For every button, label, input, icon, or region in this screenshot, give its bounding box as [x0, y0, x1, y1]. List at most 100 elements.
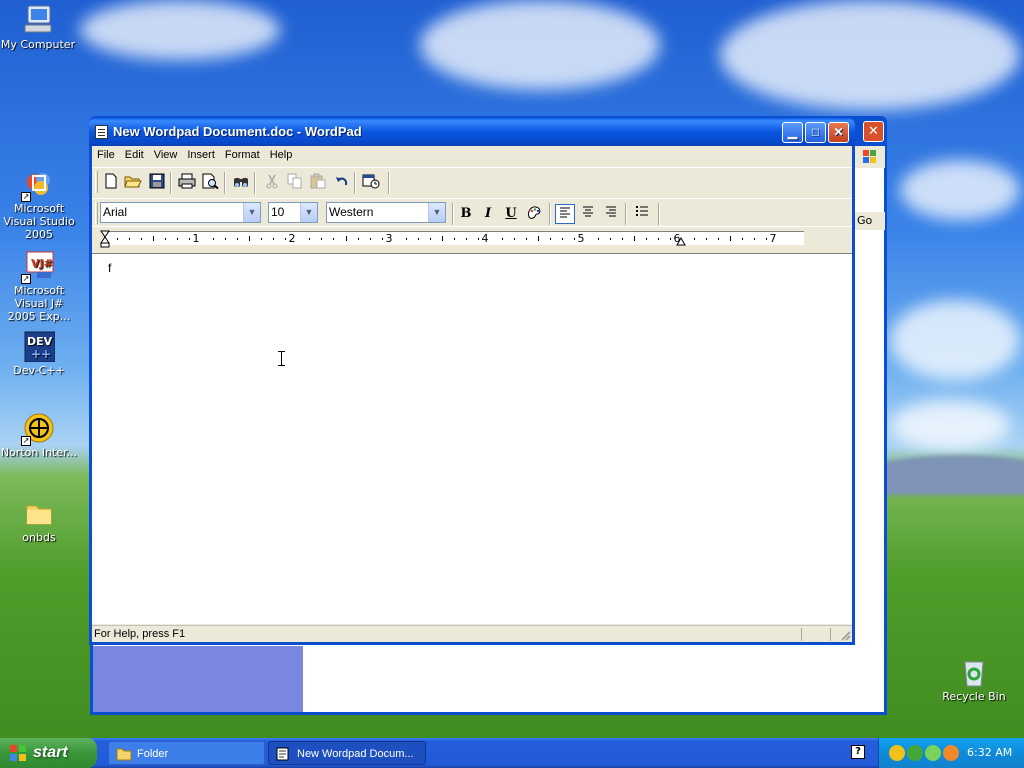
copy-icon[interactable]	[285, 173, 305, 193]
resize-grip-icon	[841, 631, 851, 641]
close-button[interactable]: ✕	[828, 122, 849, 143]
shortcut-arrow-icon: ↗	[21, 274, 31, 284]
toolbar-grip[interactable]	[95, 202, 98, 224]
ruler-tick	[477, 238, 479, 240]
desktop-icon-visual-jsharp[interactable]: VJ# ↗ Microsoft Visual J# 2005 Exp...	[0, 250, 79, 323]
window-title: New Wordpad Document.doc - WordPad	[113, 124, 362, 139]
menu-view[interactable]: View	[149, 146, 183, 164]
chevron-down-icon[interactable]: ▼	[300, 203, 317, 222]
menu-help[interactable]: Help	[265, 146, 298, 164]
right-indent-marker-icon	[676, 236, 686, 246]
desktop-icon-visual-studio[interactable]: ↗ Microsoft Visual Studio 2005	[0, 168, 79, 241]
start-label: start	[33, 744, 68, 761]
menu-file[interactable]: File	[92, 146, 120, 164]
paste-icon[interactable]	[308, 173, 328, 193]
go-button[interactable]: Go	[855, 212, 885, 230]
toolbar-grip[interactable]	[95, 171, 98, 193]
ruler-tick	[441, 236, 443, 241]
ruler-strip: 1 2 3 4 5 6 7	[100, 230, 804, 248]
ruler-tick	[610, 238, 612, 240]
bullets-button[interactable]	[632, 204, 652, 224]
close-icon[interactable]: ✕	[863, 121, 884, 142]
clock[interactable]: 6:32 AM	[967, 738, 1012, 768]
font-value: Arial	[103, 205, 128, 219]
search-icon[interactable]	[943, 745, 959, 761]
folder-task-pane	[93, 646, 303, 712]
undo-icon[interactable]	[332, 173, 352, 193]
save-icon[interactable]	[147, 173, 167, 193]
menu-insert[interactable]: Insert	[182, 146, 220, 164]
cut-icon[interactable]	[262, 173, 282, 193]
insert-datetime-icon[interactable]	[361, 173, 381, 193]
font-size-select[interactable]: 10 ▼	[268, 202, 318, 223]
maximize-button[interactable]: □	[805, 122, 826, 143]
taskbar-button-label: New Wordpad Docum...	[297, 748, 414, 760]
desktop-icon-onbds[interactable]: onbds	[0, 497, 79, 544]
desktop-icon-label: onbds	[22, 531, 56, 544]
desktop-icon-label: My Computer	[0, 38, 76, 51]
font-select[interactable]: Arial ▼	[100, 202, 261, 223]
shortcut-arrow-icon: ↗	[21, 192, 31, 202]
wordpad-icon	[276, 746, 292, 761]
find-icon[interactable]	[231, 173, 251, 193]
maximize-icon: □	[811, 125, 820, 139]
ruler-tick	[261, 238, 263, 240]
ruler-tick	[537, 236, 539, 241]
ruler-number: 1	[192, 232, 200, 245]
bold-button[interactable]: B	[456, 204, 476, 224]
toolbar-separator	[625, 203, 627, 225]
ruler-tick	[549, 238, 551, 240]
ruler-tick	[153, 236, 155, 241]
ruler-tick	[561, 238, 563, 240]
chevron-down-icon[interactable]: ▼	[243, 203, 260, 222]
ruler-tick	[369, 238, 371, 240]
ruler-tick	[333, 238, 335, 240]
folder-icon	[116, 746, 132, 761]
wordpad-app-icon[interactable]	[95, 125, 108, 139]
ruler[interactable]: 1 2 3 4 5 6 7	[92, 226, 852, 250]
desktop-icon-recycle-bin[interactable]: Recycle Bin	[934, 656, 1014, 703]
document-text[interactable]: f	[108, 261, 111, 275]
align-center-button[interactable]	[578, 204, 598, 224]
wordpad-window[interactable]: New Wordpad Document.doc - WordPad ▁ □ ✕…	[89, 118, 855, 645]
align-left-button[interactable]	[555, 204, 575, 224]
print-preview-icon[interactable]	[200, 173, 220, 193]
security-icon[interactable]	[907, 745, 923, 761]
desktop-icon-devcpp[interactable]: DEV ++ Dev-C++	[0, 330, 79, 377]
open-icon[interactable]	[123, 173, 143, 193]
script-select[interactable]: Western ▼	[326, 202, 446, 223]
italic-button[interactable]: I	[478, 204, 498, 224]
ruler-tick	[213, 238, 215, 240]
desktop-icon-label: Dev-C++	[13, 364, 65, 377]
desktop-icon-norton[interactable]: ↗ Norton Inter...	[0, 412, 79, 459]
ruler-tick	[321, 238, 323, 240]
print-icon[interactable]	[177, 173, 197, 193]
menu-edit[interactable]: Edit	[120, 146, 149, 164]
start-button[interactable]: start	[0, 738, 97, 768]
system-tray: 6:32 AM	[878, 738, 1024, 768]
svg-text:VJ#: VJ#	[31, 257, 53, 270]
document-area[interactable]: f	[92, 253, 852, 624]
ruler-tick	[465, 238, 467, 240]
taskbar-button-wordpad[interactable]: New Wordpad Docum...	[268, 741, 426, 765]
desktop-icon-my-computer[interactable]: My Computer	[0, 4, 78, 51]
ruler-tick	[165, 238, 167, 240]
update-icon[interactable]	[925, 745, 941, 761]
new-icon[interactable]	[101, 173, 121, 193]
cloud	[900, 160, 1020, 220]
ruler-tick	[177, 238, 179, 240]
network-icon[interactable]	[889, 745, 905, 761]
cloud	[890, 400, 1010, 450]
underline-button[interactable]: U	[501, 204, 521, 224]
taskbar-button-folder[interactable]: Folder	[108, 741, 265, 765]
title-bar[interactable]: New Wordpad Document.doc - WordPad ▁ □ ✕	[89, 118, 855, 146]
status-bar: For Help, press F1	[92, 625, 852, 642]
chevron-down-icon[interactable]: ▼	[428, 203, 445, 222]
minimize-button[interactable]: ▁	[782, 122, 803, 143]
menu-format[interactable]: Format	[220, 146, 265, 164]
help-icon[interactable]: ?	[851, 745, 865, 759]
color-icon[interactable]	[524, 204, 544, 224]
ruler-tick	[285, 238, 287, 240]
align-right-button[interactable]	[601, 204, 621, 224]
ruler-tick	[513, 238, 515, 240]
